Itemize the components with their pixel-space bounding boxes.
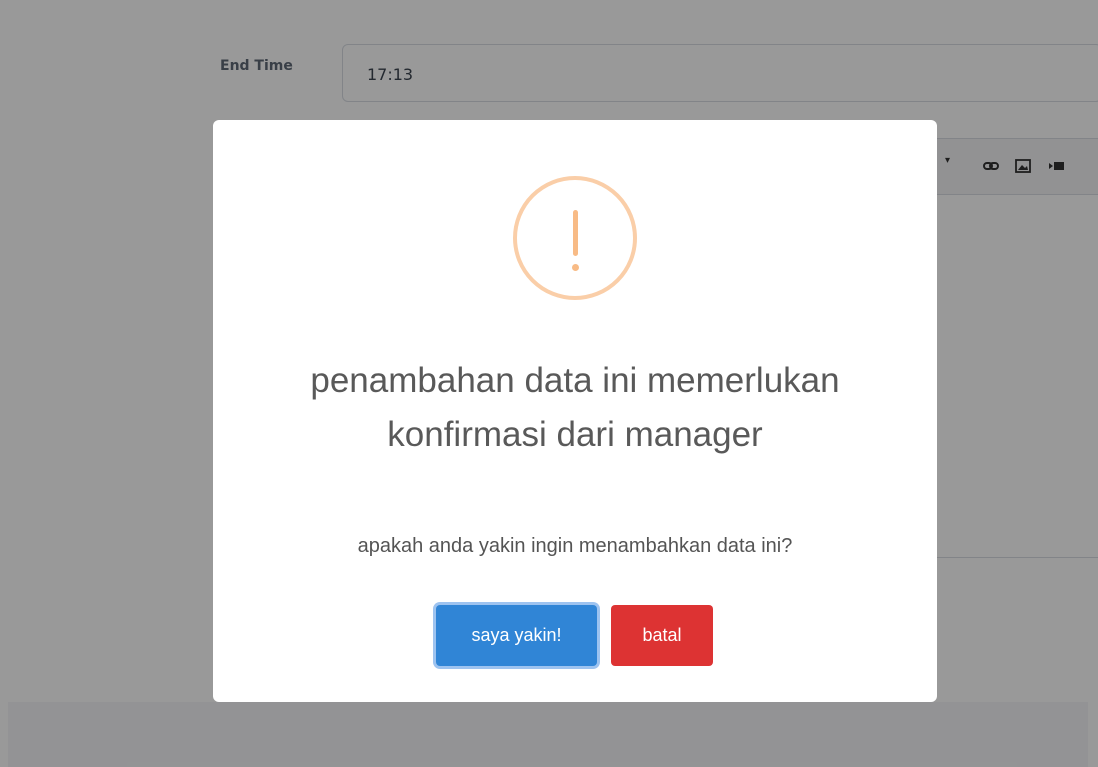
confirmation-dialog: penambahan data ini memerlukan konfirmas… (213, 120, 937, 702)
warning-icon (513, 176, 637, 300)
warning-bar (573, 210, 578, 256)
warning-dot (572, 264, 579, 271)
confirm-button[interactable]: saya yakin! (436, 605, 597, 666)
cancel-button[interactable]: batal (611, 605, 713, 666)
dialog-title: penambahan data ini memerlukan konfirmas… (310, 361, 840, 454)
dialog-text: apakah anda yakin ingin menambahkan data… (357, 535, 793, 557)
